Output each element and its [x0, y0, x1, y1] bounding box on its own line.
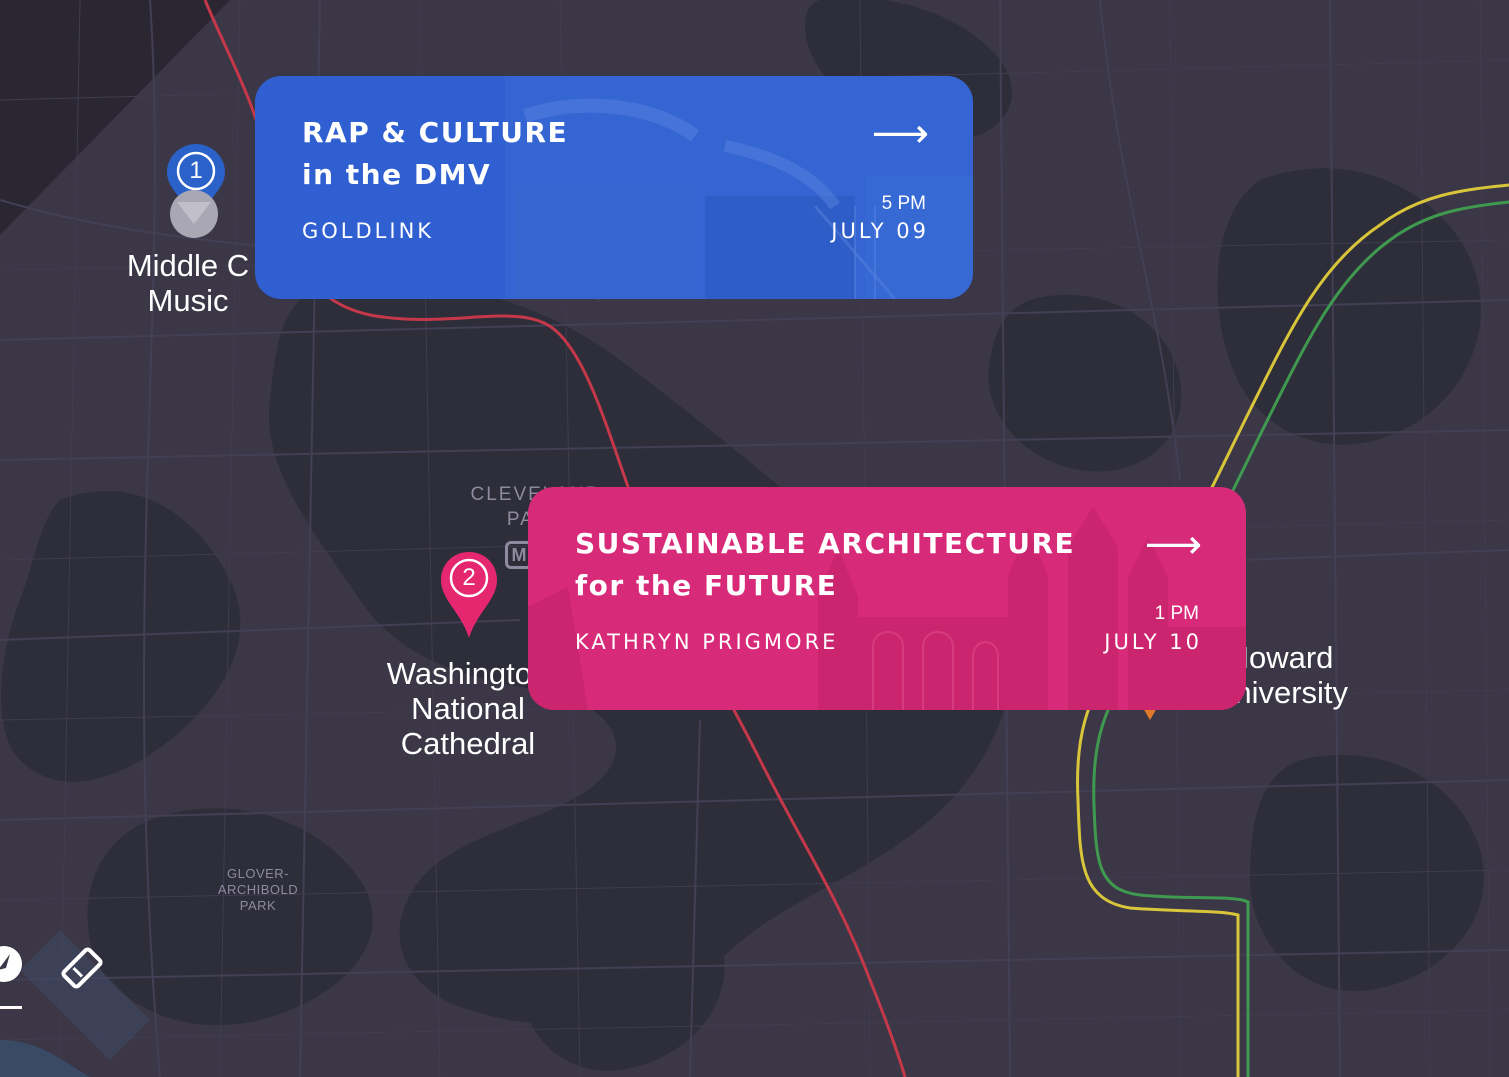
ticket-icon [61, 947, 103, 989]
arrow-right-icon[interactable]: ⟶ [872, 114, 929, 154]
event-1-title-line2: in the DMV [302, 158, 492, 191]
glover-label-line2: ARCHIBOLD [217, 882, 299, 897]
event-2-title: SUSTAINABLE ARCHITECTURE for the FUTURE [575, 523, 1075, 607]
ticket-button[interactable] [58, 944, 106, 992]
event-1-presenter: GOLDLINK [302, 219, 435, 243]
map-pin-2[interactable]: 2 [439, 550, 499, 640]
event-1-date: JULY 09 [831, 219, 929, 243]
event-card-1[interactable]: RAP & CULTURE in the DMV GOLDLINK 5 PM J… [255, 76, 973, 299]
event-2-time: 1 PM [1154, 603, 1199, 624]
event-1-title: RAP & CULTURE in the DMV [302, 112, 568, 196]
compass-button[interactable] [0, 944, 26, 1010]
glover-label-line1: GLOVER- [226, 866, 289, 881]
event-2-title-line1: SUSTAINABLE ARCHITECTURE [575, 527, 1076, 560]
water-edge [0, 1040, 90, 1077]
map-pin-1[interactable]: 1 [165, 142, 227, 242]
event-2-presenter: KATHRYN PRIGMORE [575, 630, 839, 654]
arrow-right-icon[interactable]: ⟶ [1145, 525, 1202, 565]
map-view[interactable]: CLEVELAND PARK M GLOVER- ARCHIBOLD PARK … [0, 0, 1509, 1077]
event-card-2[interactable]: SUSTAINABLE ARCHITECTURE for the FUTURE … [528, 487, 1246, 710]
event-1-title-line1: RAP & CULTURE [302, 116, 569, 149]
event-1-time: 5 PM [881, 193, 926, 214]
pin-2-number: 2 [462, 564, 476, 591]
event-2-title-line2: for the FUTURE [575, 569, 838, 602]
compass-icon [0, 946, 22, 1009]
cathedral-label-line3: Cathedral [400, 726, 536, 761]
glover-archibold-park-label: GLOVER- ARCHIBOLD PARK [208, 866, 308, 914]
glover-label-line3: PARK [239, 898, 277, 913]
event-2-date: JULY 10 [1104, 630, 1202, 654]
pin-1-number: 1 [189, 157, 203, 184]
